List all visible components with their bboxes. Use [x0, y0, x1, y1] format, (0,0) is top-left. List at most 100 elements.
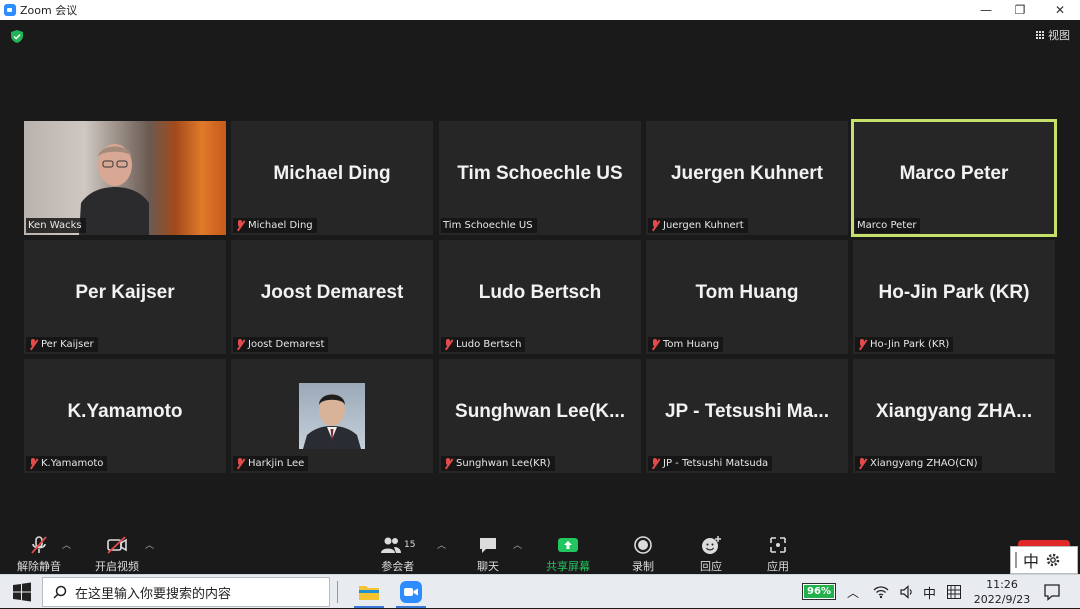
search-placeholder: 在这里输入你要搜索的内容 — [75, 586, 232, 602]
record-button[interactable]: 录制 — [632, 534, 654, 574]
participant-name-label: K.Yamamoto — [26, 456, 108, 471]
mic-muted-icon — [650, 220, 660, 231]
participants-icon: 15 — [380, 534, 415, 556]
taskbar-divider — [337, 581, 338, 603]
person-video-frame — [79, 144, 149, 235]
battery-indicator[interactable]: 96% — [802, 583, 836, 600]
participant-name-label: Joost Demarest — [233, 337, 329, 352]
participant-tile[interactable]: Sunghwan Lee(K... Sunghwan Lee(KR) — [439, 359, 641, 473]
participant-display-name: K.Yamamoto — [67, 401, 183, 422]
ime-drag-handle[interactable] — [1015, 552, 1017, 568]
participant-tile[interactable]: Per Kaijser Per Kaijser — [24, 240, 226, 354]
participant-display-name: Xiangyang ZHA... — [875, 401, 1033, 422]
participant-name-label: Ludo Bertsch — [441, 337, 526, 352]
chat-bubble-icon — [478, 534, 498, 556]
mic-muted-icon — [443, 339, 453, 350]
participant-name-label: Juergen Kuhnert — [648, 218, 748, 233]
participant-name-label: Xiangyang ZHAO(CN) — [855, 456, 982, 471]
participant-name-label: Tom Huang — [648, 337, 724, 352]
video-options-caret[interactable]: ︿ — [145, 538, 154, 551]
notification-center-icon[interactable] — [1043, 583, 1061, 601]
participant-tile[interactable]: Ho-Jin Park (KR) Ho-Jin Park (KR) — [853, 240, 1055, 354]
window-titlebar: Zoom 会议 — ❐ ✕ — [0, 0, 1080, 20]
participants-options-caret[interactable]: ︿ — [437, 538, 446, 551]
mic-muted-icon — [857, 339, 867, 350]
tray-overflow-chevron-icon[interactable]: ︿ — [847, 575, 859, 609]
volume-icon[interactable] — [899, 584, 915, 600]
participant-tile[interactable]: K.Yamamoto K.Yamamoto — [24, 359, 226, 473]
chat-button[interactable]: 聊天 — [477, 534, 499, 574]
clock-date: 2022/9/23 — [973, 593, 1031, 606]
participant-name-label: Per Kaijser — [26, 337, 98, 352]
input-language-indicator[interactable]: 中 — [923, 575, 936, 609]
encryption-shield-icon[interactable] — [11, 30, 23, 43]
restore-button[interactable]: ❐ — [1000, 0, 1040, 20]
participant-tile[interactable]: Tom Huang Tom Huang — [646, 240, 848, 354]
participants-button[interactable]: 15 参会者 — [380, 534, 415, 574]
mic-muted-icon — [650, 458, 660, 469]
taskbar-search-box[interactable]: 在这里输入你要搜索的内容 — [42, 577, 330, 607]
ime-settings-gear-icon[interactable] — [1045, 552, 1061, 568]
participant-tile[interactable]: Joost Demarest Joost Demarest — [231, 240, 433, 354]
meeting-toolbar: 解除静音 ︿ 开启视频 ︿ 15 参会者 ︿ 聊天 ︿ 共享屏幕 录制 回应 应… — [0, 530, 1080, 574]
participant-display-name: Tim Schoechle US — [457, 163, 623, 184]
participant-tile[interactable]: Michael Ding Michael Ding — [231, 121, 433, 235]
zoom-logo-icon — [4, 4, 16, 16]
meeting-stage: 视图 Ken Wacks Michael Ding Michael Ding T… — [0, 20, 1080, 530]
participant-display-name: Ho-Jin Park (KR) — [878, 282, 1030, 303]
participant-tile[interactable]: Ken Wacks — [24, 121, 226, 235]
grid-view-icon — [1036, 30, 1045, 40]
participant-display-name: Joost Demarest — [260, 282, 404, 303]
participant-tile[interactable]: Xiangyang ZHA... Xiangyang ZHAO(CN) — [853, 359, 1055, 473]
system-clock[interactable]: 11:26 2022/9/23 — [972, 577, 1032, 607]
ime-mode-toggle[interactable]: 中 — [1023, 548, 1039, 572]
mic-muted-icon — [650, 339, 660, 350]
smiley-plus-icon — [700, 534, 722, 556]
participant-display-name: JP - Tetsushi Ma... — [664, 401, 829, 422]
apps-icon — [768, 534, 788, 556]
mic-muted-icon — [235, 339, 245, 350]
participant-tile[interactable]: JP - Tetsushi Ma... JP - Tetsushi Matsud… — [646, 359, 848, 473]
participant-display-name: Ludo Bertsch — [478, 282, 602, 303]
participant-name-label: Sunghwan Lee(KR) — [441, 456, 555, 471]
apps-button[interactable]: 应用 — [767, 534, 789, 574]
start-video-button[interactable]: 开启视频 — [95, 534, 139, 574]
participant-tile[interactable]: Juergen Kuhnert Juergen Kuhnert — [646, 121, 848, 235]
unmute-button[interactable]: 解除静音 — [17, 534, 61, 574]
windows-start-icon[interactable] — [10, 580, 34, 604]
file-explorer-icon[interactable] — [357, 580, 381, 604]
participant-profile-photo — [299, 383, 365, 449]
participant-display-name: Tom Huang — [695, 282, 799, 303]
share-screen-icon — [557, 534, 579, 556]
chat-options-caret[interactable]: ︿ — [513, 538, 522, 551]
reactions-button[interactable]: 回应 — [700, 534, 722, 574]
window-title: Zoom 会议 — [20, 4, 78, 17]
participant-tile[interactable]: Tim Schoechle US Tim Schoechle US — [439, 121, 641, 235]
microphone-muted-icon — [29, 534, 49, 556]
mic-muted-icon — [28, 458, 38, 469]
zoom-taskbar-icon[interactable] — [399, 580, 423, 604]
person-photo — [303, 394, 361, 449]
mic-muted-icon — [28, 339, 38, 350]
audio-options-caret[interactable]: ︿ — [62, 538, 71, 551]
close-button[interactable]: ✕ — [1040, 0, 1080, 20]
share-screen-button[interactable]: 共享屏幕 — [546, 534, 590, 574]
mic-muted-icon — [235, 220, 245, 231]
ime-grid-icon[interactable] — [946, 584, 962, 600]
participant-tile[interactable]: Harkjin Lee — [231, 359, 433, 473]
video-off-icon — [106, 534, 128, 556]
record-icon — [633, 534, 653, 556]
participant-display-name: Michael Ding — [273, 163, 391, 184]
clock-time: 11:26 — [986, 578, 1018, 591]
participant-display-name: Per Kaijser — [75, 282, 175, 303]
participant-tile[interactable]: Ludo Bertsch Ludo Bertsch — [439, 240, 641, 354]
ime-toolbar[interactable]: 中 — [1010, 546, 1078, 574]
search-icon — [53, 585, 67, 599]
participants-count: 15 — [404, 540, 416, 550]
participant-display-name: Sunghwan Lee(K... — [455, 401, 625, 422]
participant-display-name: Marco Peter — [899, 163, 1009, 184]
wifi-icon[interactable] — [873, 584, 889, 600]
mic-muted-icon — [235, 458, 245, 469]
participant-tile-active-speaker[interactable]: Marco Peter Marco Peter — [851, 119, 1057, 237]
view-button[interactable]: 视图 — [1036, 27, 1070, 43]
